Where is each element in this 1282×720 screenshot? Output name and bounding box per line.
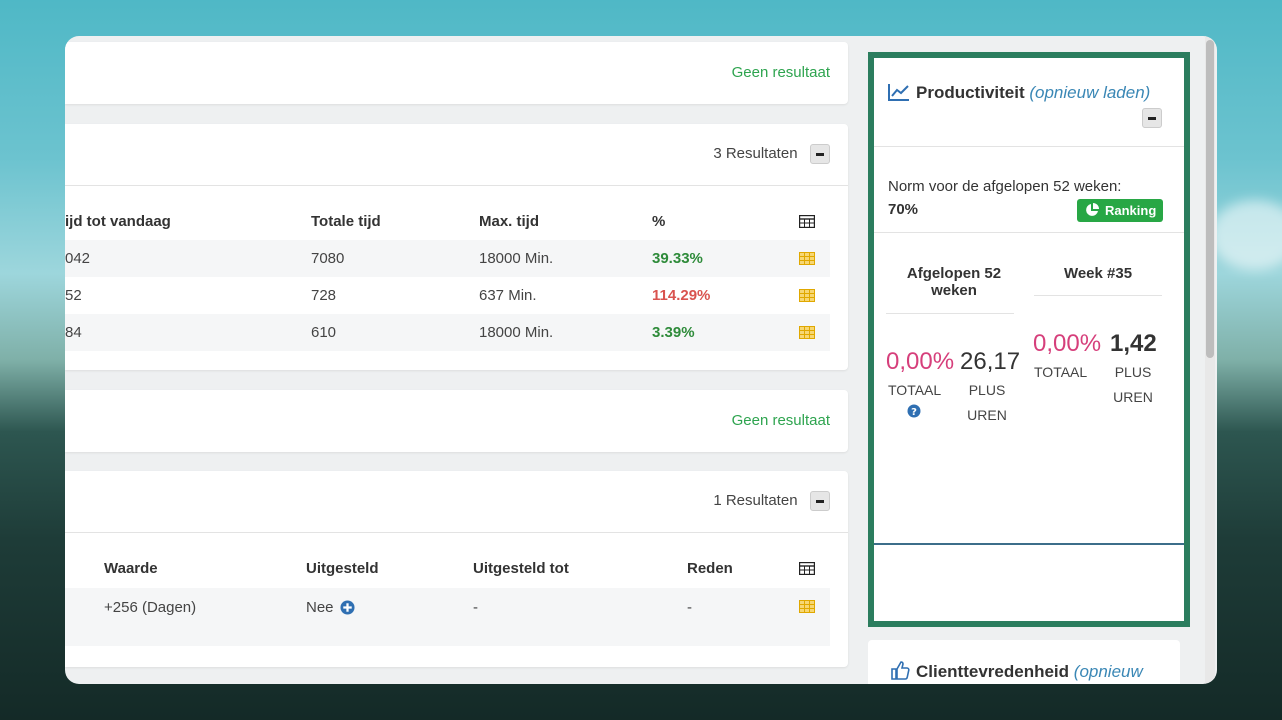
results-count: 3 Resultaten xyxy=(713,145,798,163)
help-icon[interactable]: ? xyxy=(907,404,921,418)
total-label-week: TOTAAL xyxy=(1034,364,1088,380)
table-row[interactable]: 84 610 18000 Min. 3.39% xyxy=(65,314,830,351)
hours-label-week: UREN xyxy=(1113,389,1153,405)
collapse-button[interactable] xyxy=(810,144,830,164)
table-row[interactable]: 042 7080 18000 Min. 39.33% xyxy=(65,240,830,277)
cell-total-time: 728 xyxy=(311,287,337,304)
col-head-postponed-until: Uitgesteld tot xyxy=(473,560,569,577)
background-cloud xyxy=(1210,200,1282,270)
scrollbar-thumb[interactable] xyxy=(1206,40,1214,358)
plus-hours-52w: 26,17 xyxy=(960,348,1021,375)
productivity-title: Productiviteit xyxy=(916,83,1025,102)
table-icon[interactable] xyxy=(799,215,815,228)
total-pct-week: 0,00% xyxy=(1033,330,1102,357)
col-head-percent: % xyxy=(652,213,666,230)
productivity-panel: Productiviteit (opnieuw laden) Norm voor… xyxy=(868,52,1190,627)
details-icon[interactable] xyxy=(799,326,815,339)
plus-label-week: PLUS xyxy=(1114,364,1152,380)
main-content: Geen resultaat 3 Resultaten ijd tot vand… xyxy=(65,36,865,684)
details-icon[interactable] xyxy=(799,252,815,265)
cell-reason: - xyxy=(687,599,692,616)
panel-divider xyxy=(874,232,1184,233)
reload-link[interactable]: (opnieuw xyxy=(1074,662,1143,681)
panel-divider xyxy=(874,146,1184,147)
table-row[interactable]: +256 (Dagen) Nee - - xyxy=(65,588,830,646)
cell-percent: 3.39% xyxy=(652,324,695,341)
col-underline xyxy=(886,313,1014,314)
panel-footer-line xyxy=(874,543,1184,545)
pie-chart-icon xyxy=(1086,203,1099,216)
norm-label: Norm voor de afgelopen 52 weken: xyxy=(888,178,1122,195)
col-head-max-time: Max. tijd xyxy=(479,213,540,230)
card-divider xyxy=(65,532,848,533)
client-satisfaction-card: Clienttevredenheid (opnieuw xyxy=(868,640,1180,684)
cell-max-time: 18000 Min. xyxy=(479,250,554,267)
add-circle-icon[interactable] xyxy=(340,600,355,615)
cell-percent: 39.33% xyxy=(652,250,703,267)
cell-value: +256 (Dagen) xyxy=(104,599,197,616)
col-head-postponed: Uitgesteld xyxy=(306,560,379,577)
col-head-time-to-date: ijd tot vandaag xyxy=(65,213,171,230)
no-result-text: Geen resultaat xyxy=(731,412,830,429)
col-underline xyxy=(1034,295,1162,296)
collapse-button[interactable] xyxy=(810,491,830,511)
card-divider xyxy=(65,185,848,186)
norm-value: 70% xyxy=(888,201,919,218)
line-chart-icon xyxy=(888,84,909,101)
cell-postponed-until: - xyxy=(473,599,478,616)
no-result-text: Geen resultaat xyxy=(731,64,830,81)
hours-label-52w: UREN xyxy=(967,407,1007,423)
plus-label-52w: PLUS xyxy=(968,382,1006,398)
col-head-reason: Reden xyxy=(687,560,733,577)
thumbs-up-icon xyxy=(891,661,910,680)
card-2: 3 Resultaten ijd tot vandaag Totale tijd… xyxy=(65,124,848,370)
cell-postponed: Nee xyxy=(306,599,334,616)
panel-title: Productiviteit (opnieuw laden) xyxy=(916,83,1150,103)
cell-total-time: 610 xyxy=(311,324,337,341)
cell-max-time: 637 Min. xyxy=(479,287,537,304)
table-row[interactable]: 52 728 637 Min. 114.29% xyxy=(65,277,830,314)
svg-text:?: ? xyxy=(911,407,917,418)
col-head-value: Waarde xyxy=(104,560,158,577)
card-4: 1 Resultaten Waarde Uitgesteld Uitgestel… xyxy=(65,471,848,667)
cell-max-time: 18000 Min. xyxy=(479,324,554,341)
reload-link[interactable]: (opnieuw laden) xyxy=(1029,83,1150,102)
plus-hours-week: 1,42 xyxy=(1110,330,1157,357)
app-window: Geen resultaat 3 Resultaten ijd tot vand… xyxy=(65,36,1217,684)
details-icon[interactable] xyxy=(799,600,815,613)
client-title: Clienttevredenheid xyxy=(916,662,1070,681)
scrollbar[interactable] xyxy=(1205,36,1215,684)
panel-title: Clienttevredenheid (opnieuw xyxy=(916,662,1143,682)
total-pct-52w: 0,00% xyxy=(886,348,955,375)
cell-percent: 114.29% xyxy=(652,287,711,304)
results-count: 1 Resultaten xyxy=(713,492,798,510)
col-head-total-time: Totale tijd xyxy=(311,213,381,230)
card-1: Geen resultaat xyxy=(65,42,848,104)
cell-time-to-date: 84 xyxy=(65,324,82,341)
table-icon[interactable] xyxy=(799,562,815,575)
total-label-52w: TOTAAL xyxy=(888,382,942,398)
card-3: Geen resultaat xyxy=(65,390,848,452)
ranking-label: Ranking xyxy=(1105,203,1157,218)
cell-time-to-date: 52 xyxy=(65,287,82,304)
collapse-button[interactable] xyxy=(1142,108,1162,128)
col-head-week: Week #35 xyxy=(1063,265,1133,282)
details-icon[interactable] xyxy=(799,289,815,302)
ranking-button[interactable]: Ranking xyxy=(1077,199,1163,222)
col-head-last-52-weeks: Afgelopen 52 weken xyxy=(906,265,1002,299)
cell-total-time: 7080 xyxy=(311,250,345,267)
cell-time-to-date: 042 xyxy=(65,250,91,267)
